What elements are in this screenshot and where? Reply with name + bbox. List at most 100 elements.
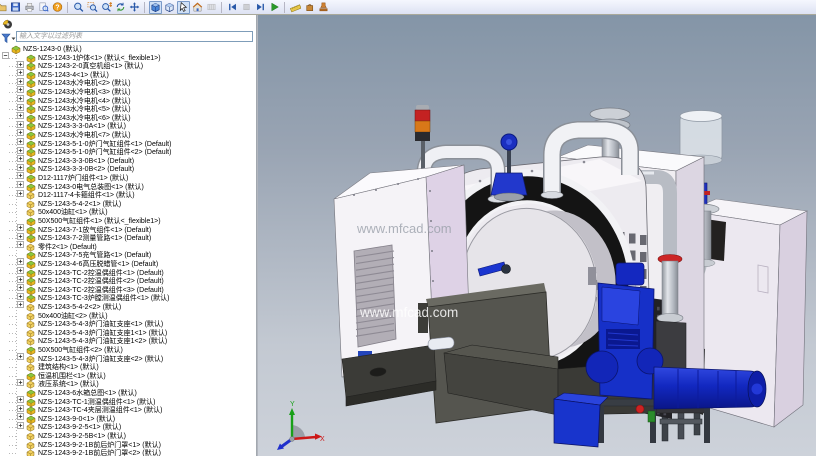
select-button[interactable] bbox=[177, 1, 190, 14]
svg-text:X: X bbox=[320, 436, 325, 443]
tree-connector bbox=[9, 221, 17, 222]
shaded-view-icon bbox=[150, 1, 161, 13]
anim-stop-icon bbox=[241, 1, 252, 13]
expand-toggle[interactable] bbox=[17, 399, 24, 406]
tree-connector bbox=[9, 436, 17, 437]
expand-toggle[interactable] bbox=[17, 407, 24, 414]
pump-red-knob[interactable] bbox=[636, 405, 644, 413]
mass-properties-button[interactable] bbox=[303, 1, 316, 14]
expand-toggle[interactable] bbox=[17, 80, 24, 87]
featuremanager-panel: NZS-1243-0 (默认)NZS-1243-1炉体<1> (默认<_flex… bbox=[0, 15, 256, 456]
expand-toggle[interactable] bbox=[17, 141, 24, 148]
tree-connector bbox=[9, 307, 17, 308]
tree-item[interactable]: NZS-1243-9-2-1B前后炉门罩<2> (默认) bbox=[0, 449, 256, 456]
tree-connector bbox=[9, 350, 17, 351]
expand-toggle[interactable] bbox=[17, 184, 24, 191]
pan-button[interactable] bbox=[128, 1, 141, 14]
print-preview-button[interactable] bbox=[37, 1, 50, 14]
shaded-view-button[interactable] bbox=[149, 1, 162, 14]
tree-connector bbox=[9, 445, 17, 446]
expand-toggle[interactable] bbox=[17, 115, 24, 122]
expand-toggle[interactable] bbox=[17, 287, 24, 294]
toolbar-separator bbox=[219, 1, 225, 14]
tree-item-label: NZS-1243-9-2-1B前后炉门罩<2> (默认) bbox=[38, 449, 161, 456]
apply-scene-button[interactable] bbox=[191, 1, 204, 14]
expand-toggle[interactable] bbox=[17, 158, 24, 165]
tree-connector bbox=[9, 359, 17, 360]
expand-toggle[interactable] bbox=[17, 175, 24, 182]
expand-toggle[interactable] bbox=[17, 252, 24, 259]
tree-connector bbox=[9, 75, 17, 76]
zoom-area-icon bbox=[87, 1, 98, 13]
filter-funnel-icon[interactable] bbox=[1, 31, 16, 42]
tree-connector bbox=[9, 427, 17, 428]
tree-connector bbox=[9, 255, 17, 256]
hidden-lines-view-button[interactable] bbox=[163, 1, 176, 14]
rotate-view-button[interactable] bbox=[114, 1, 127, 14]
svg-text:?: ? bbox=[55, 4, 59, 11]
section-view-button bbox=[205, 1, 218, 14]
tree-connector bbox=[9, 92, 17, 93]
part-icon bbox=[26, 449, 36, 456]
filter-input[interactable] bbox=[16, 31, 253, 42]
tree-connector bbox=[9, 187, 17, 188]
open-button[interactable] bbox=[0, 1, 8, 14]
tree-connector bbox=[9, 384, 17, 385]
expand-toggle[interactable] bbox=[17, 149, 24, 156]
help-button[interactable]: ? bbox=[51, 1, 64, 14]
expand-toggle[interactable] bbox=[17, 63, 24, 70]
expand-toggle[interactable] bbox=[17, 390, 24, 397]
comment-stamp-button[interactable] bbox=[317, 1, 330, 14]
expand-toggle[interactable] bbox=[17, 270, 24, 277]
tree-connector bbox=[9, 402, 17, 403]
open-icon bbox=[0, 1, 7, 13]
expand-toggle[interactable] bbox=[17, 123, 24, 130]
expand-toggle[interactable] bbox=[17, 106, 24, 113]
print-button[interactable] bbox=[23, 1, 36, 14]
filter-bar bbox=[1, 30, 253, 43]
tree-connector bbox=[9, 83, 17, 84]
tree-connector bbox=[9, 144, 17, 145]
help-icon: ? bbox=[52, 1, 63, 13]
viewport-canvas[interactable]: 沐风CAD www.mfcad.com bbox=[258, 15, 816, 456]
expand-toggle[interactable] bbox=[17, 166, 24, 173]
animation-end-button[interactable] bbox=[254, 1, 267, 14]
expand-toggle[interactable] bbox=[17, 295, 24, 302]
animation-start-button[interactable] bbox=[226, 1, 239, 14]
expand-toggle[interactable] bbox=[17, 373, 24, 380]
tree-connector bbox=[9, 281, 17, 282]
animation-play-button[interactable] bbox=[268, 1, 281, 14]
tree-connector bbox=[9, 247, 17, 248]
expand-toggle[interactable] bbox=[2, 46, 9, 53]
expand-toggle[interactable] bbox=[17, 261, 24, 268]
expand-toggle[interactable] bbox=[17, 89, 24, 96]
expand-toggle[interactable] bbox=[17, 72, 24, 79]
zoom-fit-icon bbox=[73, 1, 84, 13]
expand-toggle[interactable] bbox=[17, 227, 24, 234]
anim-start-icon bbox=[227, 1, 238, 13]
expand-toggle[interactable] bbox=[17, 278, 24, 285]
select-icon bbox=[178, 1, 189, 13]
zoom-to-area-button[interactable] bbox=[86, 1, 99, 14]
expand-toggle[interactable] bbox=[17, 416, 24, 423]
anim-play-icon bbox=[269, 1, 280, 13]
expand-toggle[interactable] bbox=[17, 235, 24, 242]
save-button[interactable] bbox=[9, 1, 22, 14]
tree-connector bbox=[9, 453, 17, 454]
expand-toggle[interactable] bbox=[17, 132, 24, 139]
svg-text:Y: Y bbox=[290, 401, 295, 408]
measure-button[interactable] bbox=[289, 1, 302, 14]
expand-toggle[interactable] bbox=[17, 218, 24, 225]
stamp-icon bbox=[318, 1, 329, 13]
zoom-in-out-button[interactable] bbox=[100, 1, 113, 14]
featuremanager-flyout-icon[interactable] bbox=[2, 17, 13, 28]
tree-connector bbox=[9, 66, 17, 67]
pump-green-fitting[interactable] bbox=[648, 411, 655, 422]
expand-toggle[interactable] bbox=[17, 55, 24, 62]
tree-connector bbox=[9, 230, 17, 231]
anim-end-icon bbox=[255, 1, 266, 13]
expand-toggle[interactable] bbox=[17, 98, 24, 105]
zoom-to-fit-button[interactable] bbox=[72, 1, 85, 14]
tree-connector bbox=[9, 367, 17, 368]
expand-toggle[interactable] bbox=[17, 347, 24, 354]
